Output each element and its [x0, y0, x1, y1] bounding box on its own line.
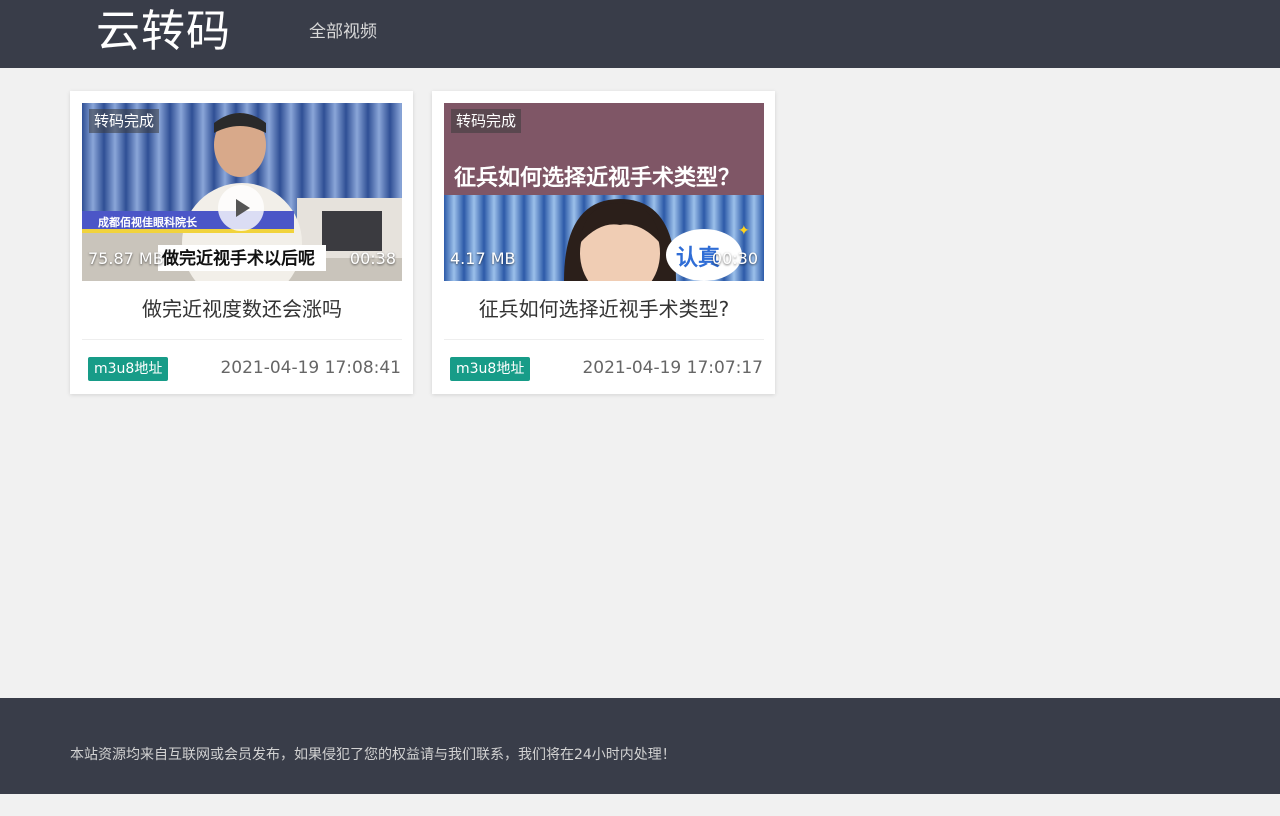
upload-date: 2021-04-19 17:07:17 — [582, 358, 763, 378]
play-icon — [236, 199, 250, 217]
m3u8-link-button[interactable]: m3u8地址 — [88, 357, 169, 381]
video-title[interactable]: 做完近视度数还会涨吗 — [82, 295, 402, 323]
thumb-banner: 征兵如何选择近视手术类型？ — [454, 165, 740, 191]
site-logo[interactable]: 云转码 — [96, 4, 231, 60]
video-title[interactable]: 征兵如何选择近视手术类型? — [444, 295, 764, 323]
svg-text:✦: ✦ — [738, 223, 750, 239]
m3u8-link-button[interactable]: m3u8地址 — [450, 357, 531, 381]
video-thumbnail[interactable]: 征兵如何选择近视手术类型？ 认真 ✦ 转码完成 4.17 MB 00:30 — [444, 103, 764, 281]
play-button[interactable] — [218, 185, 264, 231]
video-card: 成都佰视佳眼科院长 做完近视手术以后呢 转码完成 75.87 MB 00:38 … — [70, 91, 413, 394]
video-duration: 00:30 — [711, 249, 758, 268]
file-size: 75.87 MB — [88, 249, 164, 268]
video-thumbnail[interactable]: 成都佰视佳眼科院长 做完近视手术以后呢 转码完成 75.87 MB 00:38 — [82, 103, 402, 281]
transcode-status-badge: 转码完成 — [89, 109, 160, 133]
top-navbar: 云转码 全部视频 — [0, 0, 1280, 68]
card-divider — [82, 339, 402, 340]
nav-all-videos[interactable]: 全部视频 — [309, 20, 377, 44]
video-card: 征兵如何选择近视手术类型？ 认真 ✦ 转码完成 4.17 MB 00:30 征兵… — [432, 91, 775, 394]
file-size: 4.17 MB — [450, 249, 516, 268]
thumb-sublabel: 成都佰视佳眼科院长 — [98, 215, 198, 229]
site-footer: 本站资源均来自互联网或会员发布，如果侵犯了您的权益请与我们联系，我们将在24小时… — [0, 698, 1280, 794]
thumb-caption: 做完近视手术以后呢 — [161, 248, 315, 269]
video-duration: 00:38 — [349, 249, 396, 268]
footer-disclaimer: 本站资源均来自互联网或会员发布，如果侵犯了您的权益请与我们联系，我们将在24小时… — [70, 747, 676, 763]
upload-date: 2021-04-19 17:08:41 — [220, 358, 401, 378]
transcode-status-badge: 转码完成 — [451, 109, 522, 133]
card-divider — [444, 339, 764, 340]
